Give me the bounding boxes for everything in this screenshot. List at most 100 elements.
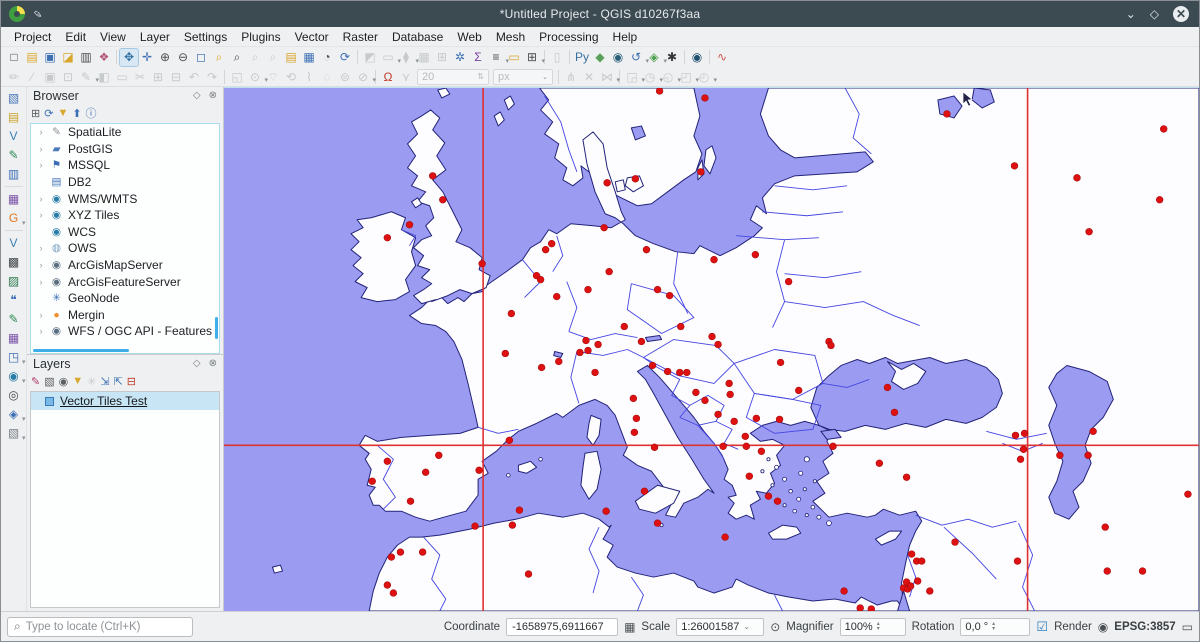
maximize-icon[interactable]: ◇ [1150,7,1159,21]
toggle-visibility-button[interactable]: ◉ [59,375,69,388]
open-field-calculator-button[interactable]: ✲ [451,49,469,66]
metasearch-button[interactable]: ◉ [609,49,627,66]
expand-chevron-icon[interactable]: › [37,127,45,137]
expand-chevron-icon[interactable]: › [37,326,45,336]
browser-hscrollbar[interactable] [33,349,129,352]
statistics-summary-button[interactable]: Σ [469,49,487,66]
style-manager-button[interactable]: ❖ [95,49,113,66]
scale-combo[interactable]: 1:26001587⌄ [676,618,764,636]
browser-item-ows[interactable]: ›◍OWS [31,240,219,257]
menu-layer[interactable]: Layer [133,28,177,46]
zoom-in-button[interactable]: ⊕ [156,49,174,66]
osm-place-search-button[interactable]: ◉ [688,49,706,66]
locate-search-input[interactable]: ⌕ Type to locate (Ctrl+K) [7,617,193,637]
browser-item-xyz-tiles[interactable]: ›◉XYZ Tiles [31,207,219,224]
expand-chevron-icon[interactable]: › [37,210,45,220]
zoom-full-button[interactable]: ◻ [192,49,210,66]
add-layer-dropdown-button[interactable]: ◈▾ [645,49,663,66]
pan-map-button[interactable]: ✥ [120,49,138,66]
browser-vscrollbar[interactable] [215,317,218,339]
profile-tool-button[interactable]: ∿ [713,49,731,66]
measure-button[interactable]: ≡▾ [487,49,505,66]
zoom-to-layer-button[interactable]: ⌕ [228,49,246,66]
menu-settings[interactable]: Settings [177,28,234,46]
new-shapefile-layer-button[interactable]: V [4,234,24,252]
save-project-button[interactable]: ▣ [41,49,59,66]
browser-item-geonode[interactable]: ✳GeoNode [31,290,219,307]
refresh-map-button[interactable]: ⟳ [336,49,354,66]
add-postgis-layer-button[interactable]: ◳▾ [4,348,24,366]
undo-dropdown-button[interactable]: ↺▾ [627,49,645,66]
coordinate-input[interactable]: -1658975,6911667 [506,618,618,636]
expand-chevron-icon[interactable]: › [37,277,45,287]
browser-item-wms-wmts[interactable]: ›◉WMS/WMTS [31,190,219,207]
add-raster-layer-button[interactable]: V [4,127,24,145]
new-bookmark-button[interactable]: ▤ [282,49,300,66]
map-canvas[interactable] [224,87,1199,611]
menu-vector[interactable]: Vector [288,28,336,46]
data-source-manager-button[interactable]: ▧ [4,89,24,107]
messages-icon[interactable]: ▭ [1182,620,1193,634]
extents-icon[interactable]: ▦ [624,620,635,634]
unit-combo[interactable]: px⌄ [493,69,553,85]
open-layer-styling-button[interactable]: ✎ [31,375,40,388]
map-svg[interactable] [224,88,1199,611]
crs-value[interactable]: EPSG:3857 [1114,621,1175,633]
menu-processing[interactable]: Processing [532,28,605,46]
zoom-to-selection-button[interactable]: ⌕ [210,49,228,66]
zoom-out-button[interactable]: ⊖ [174,49,192,66]
browser-item-wcs[interactable]: ◉WCS [31,224,219,241]
add-mesh-layer-button[interactable]: ✎ [4,146,24,164]
browser-item-wfs-ogc-api-features[interactable]: ›◉WFS / OGC API - Features [31,323,219,340]
browser-item-arcgismapserver[interactable]: ›◉ArcGisMapServer [31,257,219,274]
remove-layer-button[interactable]: ⊟ [127,375,136,388]
add-selected-layers-button[interactable]: ⊞ [31,107,40,120]
add-vector-layer-button[interactable]: ▤ [4,108,24,126]
new-raster-layer-button[interactable]: ▩ [4,253,24,271]
menu-mesh[interactable]: Mesh [489,28,532,46]
temporal-controller-button[interactable]: ◔ [318,49,336,66]
menu-help[interactable]: Help [606,28,645,46]
title-bar[interactable]: ✑ *Untitled Project - QGIS d10267f3aa ⌄ … [1,1,1199,27]
filter-by-expression-button[interactable]: ✳ [87,375,96,388]
crs-globe-icon[interactable]: ◉ [1098,620,1108,634]
new-project-button[interactable]: □ [5,49,23,66]
properties-widget-button[interactable]: ⓘ [86,105,97,121]
new-layout-button[interactable]: ▥ [77,49,95,66]
save-as-button[interactable]: ◪ [59,49,77,66]
expand-chevron-icon[interactable]: › [37,144,45,154]
stroke-width-spinbox[interactable]: 20⇅ [417,69,489,85]
menu-plugins[interactable]: Plugins [234,28,287,46]
menu-raster[interactable]: Raster [336,28,385,46]
new-grid-button[interactable]: ▨ [4,272,24,290]
expand-chevron-icon[interactable]: › [37,160,45,170]
filter-browser-button[interactable]: ▼ [57,107,68,119]
expand-chevron-icon[interactable]: › [37,194,45,204]
layer-item[interactable]: Vector Tiles Test [31,392,219,410]
new-map-view-button[interactable]: ⊞▾ [523,49,541,66]
browser-float-icon[interactable]: ◇ [193,90,201,101]
render-checkbox[interactable]: ☑ [1036,619,1048,635]
new-spatialite-layer-button[interactable]: ✎ [4,310,24,328]
expand-chevron-icon[interactable]: › [37,260,45,270]
menu-edit[interactable]: Edit [58,28,93,46]
minimize-icon[interactable]: ⌄ [1126,7,1136,21]
refresh-browser-button[interactable]: ⟳ [44,107,53,120]
browser-item-mssql[interactable]: ›⚑MSSQL [31,157,219,174]
add-delimited-text-button[interactable]: ▥ [4,165,24,183]
layers-float-icon[interactable]: ◇ [193,358,201,369]
add-arcgis-layer-button[interactable]: ▧▾ [4,424,24,442]
browser-item-arcgisfeatureserver[interactable]: ›◉ArcGisFeatureServer [31,273,219,290]
expand-chevron-icon[interactable]: › [37,310,45,320]
new-geopackage-layer-button[interactable]: ❝ [4,291,24,309]
collapse-all-layers-button[interactable]: ⇱ [114,375,123,388]
plugins-button[interactable]: ◆ [591,49,609,66]
add-wms-layer-button[interactable]: ◉▾ [4,367,24,385]
new-virtual-layer-button[interactable]: ▦ [4,329,24,347]
grass-tools-button[interactable]: G▾ [4,209,24,227]
menu-database[interactable]: Database [385,28,450,46]
close-icon[interactable]: ✕ [1173,6,1189,22]
show-bookmarks-button[interactable]: ▦ [300,49,318,66]
python-console-button[interactable]: Py [573,49,591,66]
enable-snapping-button[interactable]: Ω [379,68,397,85]
